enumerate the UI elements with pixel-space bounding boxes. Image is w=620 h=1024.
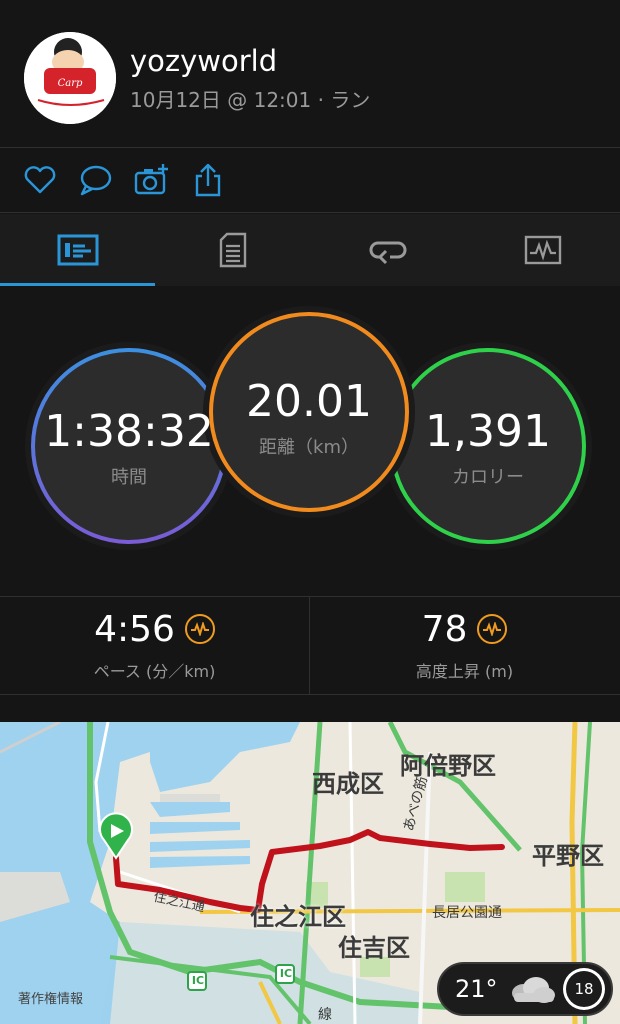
pace-chart-icon[interactable] — [184, 614, 215, 644]
distance-label: 距離（km） — [259, 437, 359, 458]
username[interactable]: yozyworld — [130, 44, 277, 78]
heart-icon[interactable] — [22, 162, 58, 198]
distance-value: 20.01 — [246, 376, 372, 427]
distance-metric: 20.01 距離（km） — [209, 376, 409, 459]
map-label-suminoe: 住之江区 — [250, 903, 346, 931]
activity-header: Carp yozyworld 10月12日 @ 12:01 · ラン — [0, 0, 620, 147]
time-value: 1:38:32 — [44, 406, 214, 457]
route-map[interactable]: 西成区 阿倍野区 平野区 住之江区 住吉区 長居公園通 あべの筋 住之江通 著作… — [0, 722, 620, 1024]
map-label-nagai-koen: 長居公園通 — [432, 905, 502, 921]
map-label-nishinari: 西成区 — [312, 770, 384, 798]
time-metric: 1:38:32 時間 — [29, 406, 229, 489]
camera-add-icon[interactable] — [134, 162, 170, 198]
ic-label-2: IC — [279, 967, 293, 980]
comment-icon[interactable] — [78, 162, 114, 198]
divider — [0, 694, 620, 695]
calorie-metric: 1,391 カロリー — [388, 406, 588, 489]
activity-datetime: 10月12日 @ 12:01 · ラン — [130, 88, 371, 112]
tab-summary[interactable] — [0, 214, 155, 286]
tab-charts[interactable] — [465, 214, 620, 286]
elevation-stat[interactable]: 78 高度上昇 (m) — [310, 596, 619, 694]
avatar-image: Carp — [24, 32, 116, 124]
weather-temperature: 21° — [455, 975, 498, 1003]
metrics-panel: 1:38:32 時間 20.01 距離（km） 1,391 カロリー — [0, 286, 620, 566]
calorie-label: カロリー — [452, 467, 524, 488]
elevation-label: 高度上昇 (m) — [415, 661, 514, 681]
charts-icon — [524, 235, 561, 265]
ic-label-1: IC — [191, 974, 205, 987]
divider — [0, 212, 620, 213]
stats-row: 4:56 ペース (分／km) 78 高度上昇 (m) — [0, 596, 620, 694]
elevation-value: 78 — [421, 608, 468, 650]
svg-text:Carp: Carp — [58, 78, 83, 89]
cloud-icon — [511, 977, 555, 1003]
elevation-chart-icon[interactable] — [477, 614, 508, 644]
summary-icon — [57, 234, 98, 266]
map-copyright-link[interactable]: 著作権情報 — [18, 988, 83, 1007]
pace-value: 4:56 — [94, 608, 175, 650]
weather-badge-counter: 18 — [563, 968, 605, 1010]
share-icon[interactable] — [190, 162, 226, 198]
weather-badge-number: 18 — [566, 971, 602, 1007]
map-label-sumiyoshi: 住吉区 — [338, 934, 410, 962]
details-icon — [219, 232, 246, 268]
map-label-hirano: 平野区 — [532, 842, 604, 870]
time-label: 時間 — [111, 467, 147, 488]
tab-bar — [0, 214, 620, 286]
calorie-value: 1,391 — [425, 406, 551, 457]
pace-stat[interactable]: 4:56 ペース (分／km) — [0, 596, 309, 694]
map-label-line: 線 — [318, 1007, 332, 1023]
pace-label: ペース (分／km) — [93, 661, 216, 681]
action-bar — [0, 148, 620, 212]
tab-details[interactable] — [155, 214, 310, 286]
weather-badge[interactable]: 21° 18 — [437, 962, 613, 1016]
laps-icon — [369, 241, 406, 265]
tab-laps[interactable] — [310, 214, 465, 286]
avatar[interactable]: Carp — [24, 32, 116, 124]
